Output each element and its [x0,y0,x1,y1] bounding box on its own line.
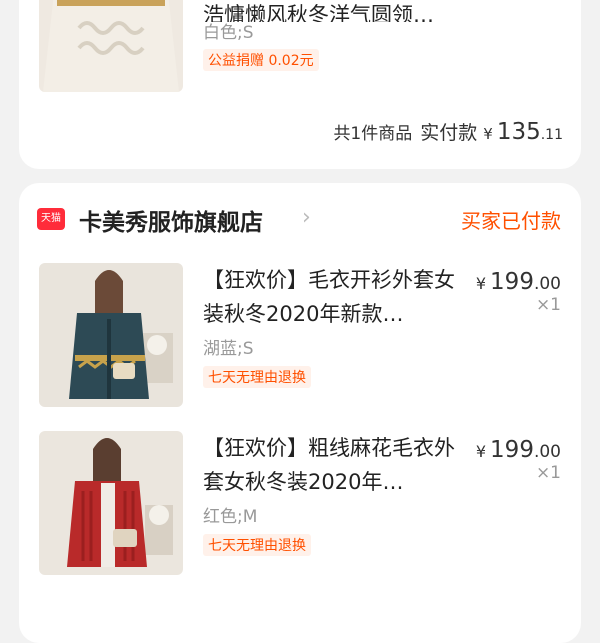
currency-symbol: ¥ [475,274,487,293]
product-thumbnail[interactable] [39,431,183,575]
currency-symbol: ¥ [475,442,487,461]
price-integer: 199 [490,437,534,463]
product-quantity: ×1 [535,295,561,315]
cardigan-image [39,263,183,407]
shop-name[interactable]: 卡美秀服饰旗舰店 [79,203,263,237]
order-card-1[interactable]: 浩慵懒风秋冬洋气圆领… 白色;S 公益捐赠 0.02元 共1件商品 实付款 ¥ … [19,0,581,169]
product-title[interactable]: 【狂欢价】毛衣开衫外套女装秋冬2020年新款… [203,263,473,331]
amount-integer: 135 [496,119,541,145]
amount-decimal: .11 [540,127,563,143]
order-status: 买家已付款 [461,209,561,233]
product-thumbnail[interactable] [39,263,183,407]
product-variant: 红色;M [203,507,258,527]
price-decimal: .00 [533,442,561,462]
order-card-2[interactable]: 天猫 卡美秀服饰旗舰店 › 买家已付款 【狂欢价】毛衣开衫外套女装秋冬2020年… [19,183,581,643]
paid-label: 实付款 [420,122,478,144]
return-policy-tag: 七天无理由退换 [203,534,311,556]
price-integer: 199 [490,269,534,295]
cardigan-image [39,431,183,575]
tmall-logo-icon: 天猫 [37,208,65,230]
price-decimal: .00 [533,274,561,294]
product-quantity: ×1 [535,463,561,483]
currency-symbol: ¥ [483,125,493,143]
product-title[interactable]: 【狂欢价】粗线麻花毛衣外套女秋冬装2020年… [203,431,473,499]
order-summary: 共1件商品 实付款 ¥ 135 .11 [333,118,563,145]
product-variant: 湖蓝;S [203,339,254,359]
product-price: ¥199.00 [476,269,561,295]
chevron-right-icon[interactable]: › [302,205,311,230]
product-variant: 白色;S [203,23,254,43]
product-thumbnail[interactable] [39,0,183,92]
item-count: 共1件商品 [333,124,413,144]
sweater-image [39,0,183,92]
charity-tag: 公益捐赠 0.02元 [203,49,319,71]
return-policy-tag: 七天无理由退换 [203,366,311,388]
product-price: ¥199.00 [476,437,561,463]
